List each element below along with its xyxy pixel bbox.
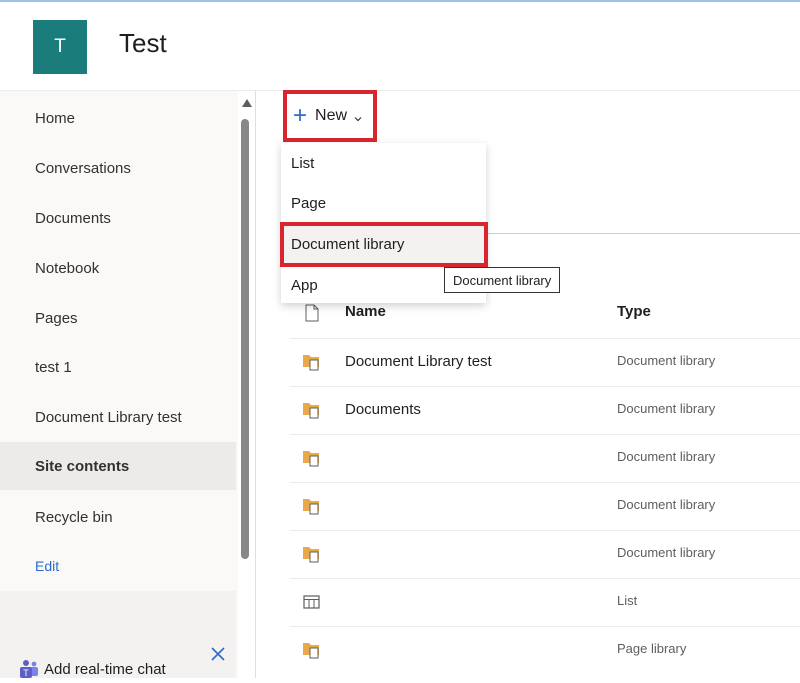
column-header-name[interactable]: Name bbox=[345, 303, 386, 320]
scroll-up-arrow-icon[interactable] bbox=[242, 99, 252, 107]
site-logo[interactable]: T bbox=[33, 20, 87, 74]
nav-item-notebook[interactable]: Notebook bbox=[0, 244, 236, 292]
menu-item-page[interactable]: Page bbox=[281, 183, 486, 223]
menu-item-list[interactable]: List bbox=[281, 143, 486, 183]
tooltip: Document library bbox=[444, 267, 561, 293]
row-type: Document library bbox=[617, 353, 716, 368]
row-type: List bbox=[617, 593, 638, 608]
new-button-label: New bbox=[315, 107, 348, 124]
scroll-thumb[interactable] bbox=[241, 119, 249, 559]
table-row[interactable]: List bbox=[290, 578, 800, 627]
nav-item-site-contents[interactable]: Site contents bbox=[0, 442, 236, 490]
nav-item-documents[interactable]: Documents bbox=[0, 194, 236, 242]
library-icon bbox=[302, 353, 322, 371]
row-name[interactable]: Documents bbox=[345, 401, 421, 418]
row-type: Document library bbox=[617, 401, 716, 416]
nav-item-conversations[interactable]: Conversations bbox=[0, 144, 236, 192]
row-type: Document library bbox=[617, 545, 716, 560]
command-bar-divider bbox=[486, 233, 800, 234]
menu-item-document-library[interactable]: Document library bbox=[280, 222, 488, 267]
table-row[interactable]: Document library bbox=[290, 434, 800, 483]
close-icon[interactable] bbox=[208, 644, 228, 664]
library-icon bbox=[302, 401, 322, 419]
table-row[interactable]: Documents Document library bbox=[290, 386, 800, 435]
row-type: Page library bbox=[617, 641, 687, 656]
nav-item-document-library-test[interactable]: Document Library test bbox=[0, 393, 236, 441]
table-row[interactable]: Document library bbox=[290, 482, 800, 531]
library-icon bbox=[302, 545, 322, 563]
nav-scrollbar[interactable] bbox=[238, 91, 256, 678]
plus-icon: + bbox=[293, 102, 308, 129]
add-chat-label: Add real-time chat bbox=[44, 660, 166, 678]
site-header: T Test bbox=[0, 2, 800, 91]
nav-item-home[interactable]: Home bbox=[0, 94, 236, 142]
teams-icon: T bbox=[18, 659, 40, 679]
column-header-type[interactable]: Type bbox=[617, 303, 651, 320]
table-row[interactable]: Document library bbox=[290, 530, 800, 579]
nav-edit-link[interactable]: Edit bbox=[0, 542, 236, 590]
file-type-header-icon bbox=[304, 304, 320, 327]
row-type: Document library bbox=[617, 449, 716, 464]
add-chat-button[interactable]: T Add real-time chat bbox=[18, 659, 166, 679]
table-row[interactable]: Page library bbox=[290, 626, 800, 675]
library-icon bbox=[302, 449, 322, 467]
row-name[interactable]: Document Library test bbox=[345, 353, 492, 370]
site-title[interactable]: Test bbox=[119, 28, 167, 59]
table-row[interactable]: Document Library test Document library bbox=[290, 338, 800, 387]
nav-item-pages[interactable]: Pages bbox=[0, 294, 236, 342]
library-icon bbox=[302, 641, 322, 659]
svg-text:T: T bbox=[23, 668, 29, 678]
left-navigation: Home Conversations Documents Notebook Pa… bbox=[0, 91, 238, 678]
row-type: Document library bbox=[617, 497, 716, 512]
nav-item-test-1[interactable]: test 1 bbox=[0, 343, 236, 391]
nav-item-recycle-bin[interactable]: Recycle bin bbox=[0, 493, 236, 541]
new-button[interactable]: + New bbox=[283, 90, 377, 142]
chevron-down-icon bbox=[353, 111, 363, 122]
list-icon bbox=[302, 593, 322, 611]
library-icon bbox=[302, 497, 322, 515]
